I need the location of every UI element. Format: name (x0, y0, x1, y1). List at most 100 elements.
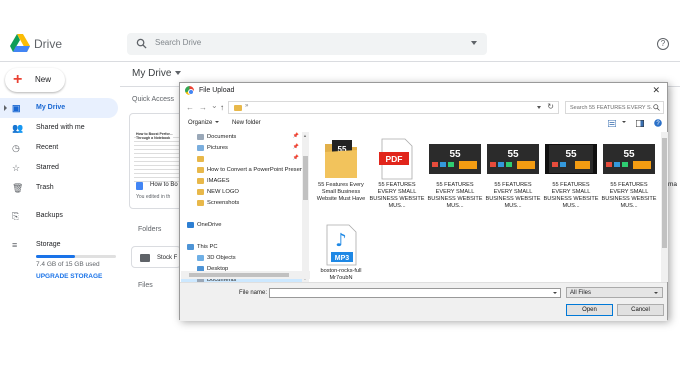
file-type-value: All Files (570, 290, 592, 296)
file-item[interactable]: PDF 55 FEATURES EVERY SMALL BUSINESS WEB… (369, 134, 425, 220)
drive-search-input[interactable]: Search Drive (127, 33, 487, 55)
tree-item-label: This PC (197, 244, 218, 250)
folder-search-input[interactable]: Search 55 FEATURES EVERY S... (565, 101, 664, 114)
sidebar-item-backups[interactable]: ⎘ Backups (0, 206, 118, 226)
preview-pane-icon[interactable] (636, 120, 644, 127)
pdf-badge: PDF (386, 154, 403, 164)
plus-icon: + (13, 71, 23, 88)
tree-item[interactable]: 3D Objects (181, 253, 303, 264)
tree-item[interactable]: Documents 📌 (181, 132, 303, 143)
scroll-up-icon[interactable]: ▲ (303, 133, 307, 138)
close-icon[interactable]: ✕ (652, 85, 660, 96)
forward-arrow-icon[interactable]: → (199, 103, 207, 112)
sidebar-item-shared-with-me[interactable]: 👥 Shared with me (0, 118, 118, 138)
scrollbar-thumb[interactable] (189, 273, 289, 277)
folder-icon (234, 105, 242, 111)
address-dropdown-icon[interactable] (537, 106, 541, 109)
tree-item[interactable]: IMAGES (181, 176, 303, 187)
dialog-titlebar[interactable]: File Upload ✕ (180, 83, 667, 99)
tree-item[interactable]: NEW LOGO (181, 187, 303, 198)
tree-item[interactable]: How to Convert a PowerPoint Present (181, 165, 303, 176)
star-icon: ☆ (12, 163, 21, 173)
clock-icon: ◷ (12, 143, 20, 153)
sidebar-item-trash[interactable]: 🗑 Trash (0, 178, 118, 198)
file-item[interactable]: 55 55 FEATURES EVERY SMALL BUSINESS WEBS… (543, 134, 599, 220)
tree-item[interactable]: Pictures 📌 (181, 143, 303, 154)
drive-icon: ▣ (12, 103, 21, 113)
folder-icon (197, 200, 204, 206)
tree-item-label: Pictures (207, 145, 228, 151)
app-name: Drive (34, 37, 63, 51)
address-bar[interactable]: » ↻ (228, 101, 559, 114)
file-name-input[interactable] (269, 288, 561, 298)
chevron-down-icon[interactable] (553, 292, 557, 294)
sidebar-item-label: Storage (36, 241, 61, 248)
open-button[interactable]: Open (566, 304, 613, 316)
expand-caret-icon[interactable] (4, 105, 7, 111)
quick-card-title: How to Bo (150, 182, 178, 188)
help-icon[interactable]: ? (657, 38, 669, 50)
folder-card[interactable]: Stock F (131, 246, 181, 268)
tree-item[interactable]: This PC (181, 242, 303, 253)
scrollbar-thumb[interactable] (662, 138, 667, 248)
file-list-scrollbar[interactable] (661, 132, 668, 282)
search-placeholder: Search Drive (155, 38, 202, 47)
folder-search-placeholder: Search 55 FEATURES EVERY S... (570, 105, 652, 111)
upgrade-storage-link[interactable]: UPGRADE STORAGE (36, 273, 102, 280)
file-name-label: File name: (239, 290, 268, 296)
file-item[interactable]: 55 55 FEATURES EVERY SMALL BUSINESS WEBS… (427, 134, 483, 220)
organize-button[interactable]: Organize (188, 120, 220, 126)
navigation-pane-horizontal-scrollbar[interactable] (181, 271, 310, 279)
view-dropdown-button[interactable] (619, 120, 626, 126)
file-item[interactable]: ♪ MP3 boston-rocks-full Mr7oubN (313, 220, 369, 284)
tree-item-label: Screenshots (207, 200, 240, 206)
video-thumbnail-icon: 55 (545, 144, 597, 174)
up-arrow-icon[interactable]: ↑ (220, 103, 224, 112)
drive-logo-icon[interactable] (10, 34, 30, 52)
search-options-dropdown-icon[interactable] (471, 41, 477, 45)
storage-used-text: 7.4 GB of 15 GB used (36, 261, 100, 268)
quick-access-card[interactable]: How to Boost Perfor... Through a Noteboo… (129, 113, 185, 209)
chevron-down-icon (654, 292, 658, 294)
recent-locations-icon[interactable]: ⌄ (211, 101, 218, 110)
help-icon[interactable]: ? (654, 119, 662, 127)
folder-icon (197, 156, 204, 162)
file-name: 55 FEATURES EVERY SMALL BUSINESS WEBSITE… (427, 182, 483, 209)
storage-progress-bar (36, 255, 116, 258)
navigation-pane-scrollbar[interactable]: ▲ ▼ (302, 132, 309, 282)
dialog-toolbar: Organize New folder ? (180, 117, 667, 131)
trash-icon: 🗑 (12, 183, 24, 193)
tree-item[interactable]: Screenshots (181, 198, 303, 209)
doc-icon (136, 182, 143, 190)
sidebar-item-starred[interactable]: ☆ Starred (0, 158, 118, 178)
cancel-button[interactable]: Cancel (617, 304, 664, 316)
file-item[interactable]: 55 55 FEATURES EVERY SMALL BUSINESS WEBS… (601, 134, 657, 220)
quick-access-heading: Quick Access (132, 96, 175, 103)
refresh-icon[interactable]: ↻ (547, 102, 554, 111)
tree-item[interactable]: OneDrive (181, 220, 303, 231)
sidebar-item-label: My Drive (36, 104, 66, 111)
scrollbar-thumb[interactable] (303, 156, 308, 200)
new-button[interactable]: + New (5, 68, 65, 92)
new-folder-button[interactable]: New folder (232, 120, 261, 126)
file-item[interactable]: 55 55 FEATURES EVERY SMALL BUSINESS WEBS… (485, 134, 541, 220)
pc-icon (187, 244, 194, 250)
tree-item-label: Documents (207, 134, 237, 140)
breadcrumb-chevron-icon: » (245, 103, 249, 109)
sidebar-item-my-drive[interactable]: ▣ My Drive (0, 98, 118, 118)
sidebar-item-storage[interactable]: ≡ Storage (0, 235, 118, 255)
page-title: My Drive (132, 68, 172, 79)
chevron-down-icon (622, 121, 626, 124)
sidebar-item-recent[interactable]: ◷ Recent (0, 138, 118, 158)
tree-item[interactable]: 📌 (181, 154, 303, 165)
view-options-icon[interactable] (608, 120, 616, 127)
files-heading: Files (138, 282, 153, 289)
file-item[interactable]: 55 55 Features Every Small Business Webs… (313, 134, 369, 220)
back-arrow-icon[interactable]: ← (186, 103, 194, 112)
file-type-select[interactable]: All Files (566, 287, 663, 298)
breadcrumb[interactable]: My Drive (132, 68, 182, 79)
image-thumbnail-icon: 55 (603, 144, 655, 174)
sidebar-item-label: Trash (36, 184, 54, 191)
file-name: 55 FEATURES EVERY SMALL BUSINESS WEBSITE… (601, 182, 657, 209)
